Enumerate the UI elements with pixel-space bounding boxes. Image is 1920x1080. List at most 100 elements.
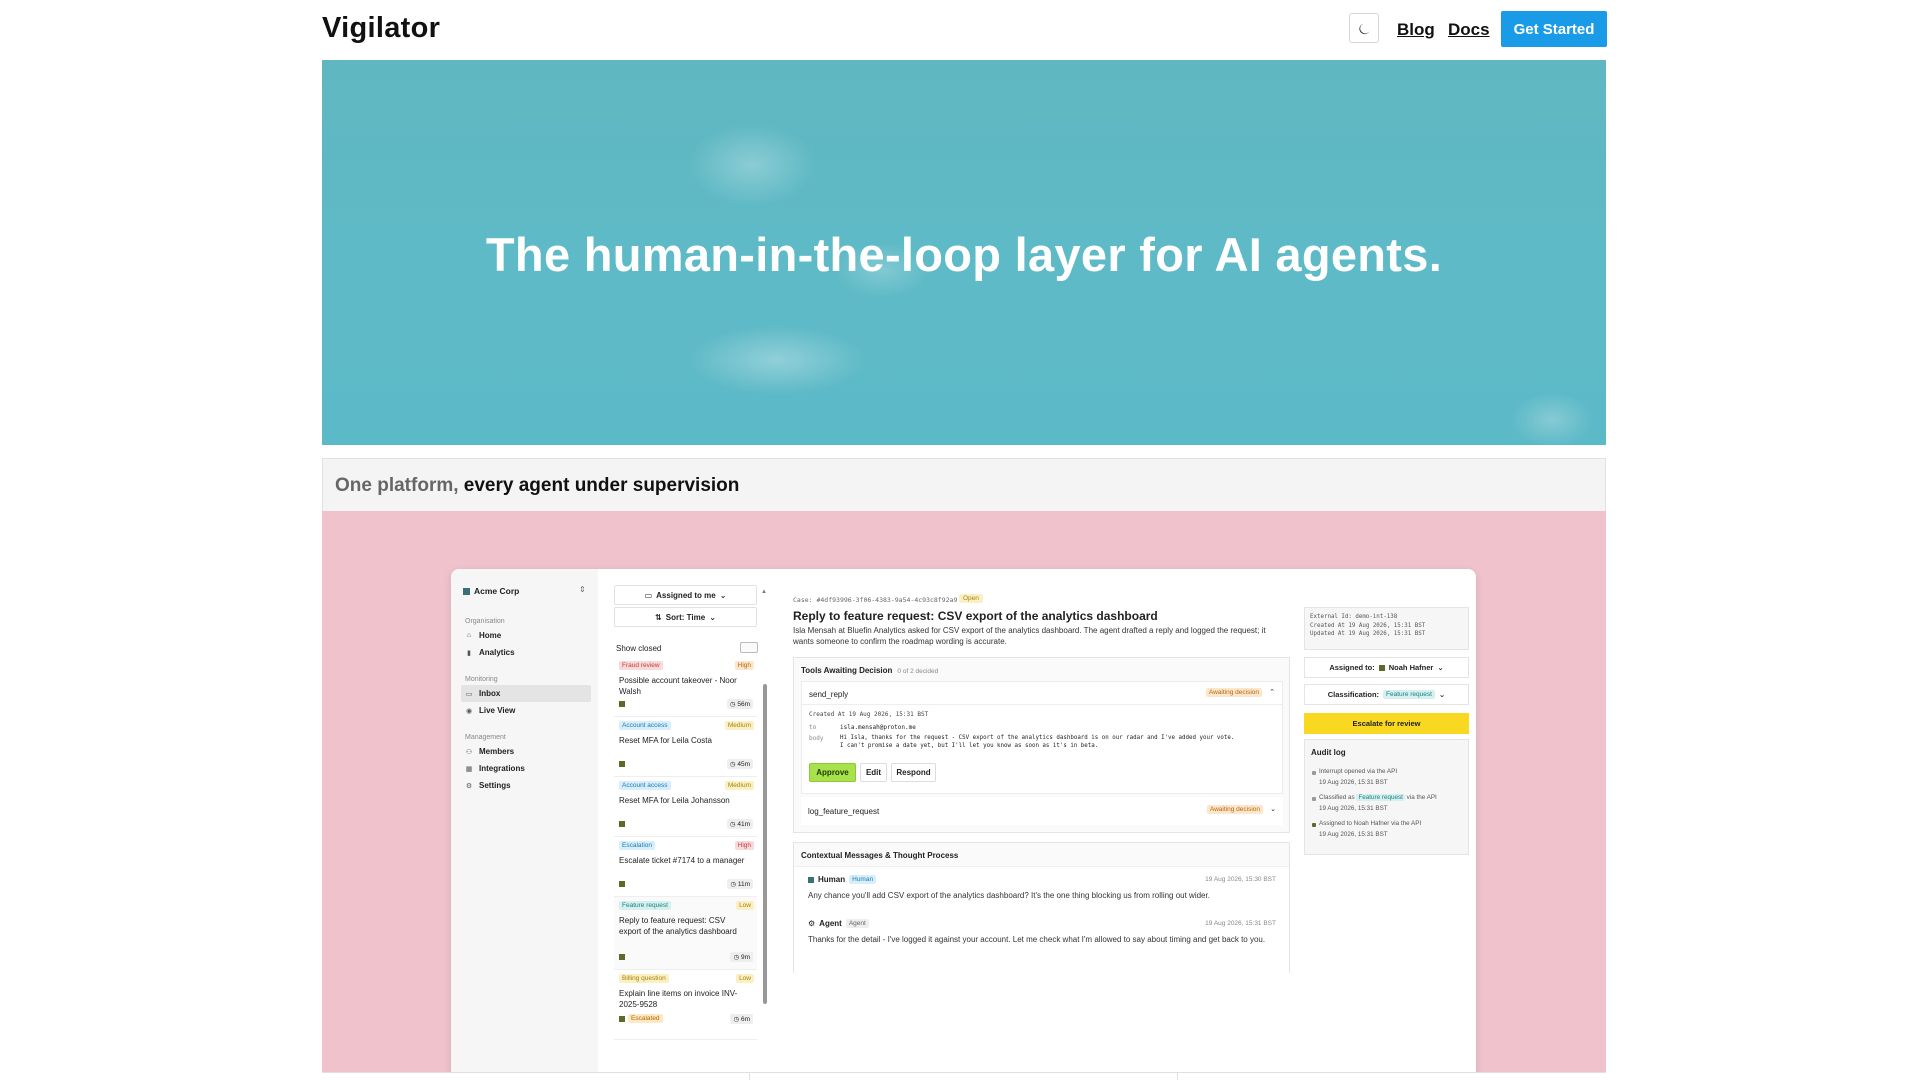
list-item[interactable]: Escalation High Escalate ticket #7174 to… (614, 837, 757, 897)
message-tag: Agent (845, 919, 869, 928)
sort-label: Sort: Time (665, 612, 706, 622)
assigned-filter-dropdown[interactable]: ▭ Assigned to me ⌄ (614, 585, 757, 605)
clock-icon: ◷ (730, 881, 737, 888)
audit-entry-text: Classified as (1319, 794, 1355, 801)
divider (749, 1073, 750, 1080)
age-badge: ◷ 6m (730, 1014, 753, 1024)
sidebar-item-live-view[interactable]: ◉ Live View (461, 702, 591, 719)
scroll-up-icon[interactable]: ▲ (761, 589, 767, 595)
assigned-filter-label: Assigned to me (656, 590, 716, 600)
user-icon (808, 876, 814, 883)
sidebar-group-organisation: Organisation (465, 618, 505, 625)
classification-badge: Feature request (1356, 794, 1405, 801)
age-value: 45m (737, 761, 750, 768)
status-badge: Open (959, 594, 983, 603)
age-value: 6m (740, 1016, 750, 1023)
audit-entry-line: Classified as Feature request via the AP… (1319, 792, 1467, 803)
audit-bullet-icon (1312, 797, 1316, 801)
chevron-down-icon[interactable]: ⌄ (1270, 805, 1276, 813)
list-scrollbar[interactable] (763, 684, 767, 1004)
age-badge: ◷ 9m (730, 952, 753, 962)
show-closed-toggle[interactable] (740, 642, 758, 653)
sidebar-group-management: Management (465, 734, 506, 741)
classification-dropdown[interactable]: Classification: Feature request ⌄ (1304, 684, 1469, 705)
get-started-button[interactable]: Get Started (1501, 11, 1607, 47)
audit-bullet-icon (1312, 771, 1316, 775)
tool-field-value: Hi Isla, thanks for the request - CSV ex… (840, 735, 1235, 741)
list-item-title: Reset MFA for Leila Johansson (619, 796, 730, 805)
audit-entry: Classified as Feature request via the AP… (1319, 792, 1467, 814)
org-switcher[interactable]: Acme Corp (463, 586, 519, 596)
list-item[interactable]: Account access Medium Reset MFA for Leil… (614, 717, 757, 777)
bar-chart-icon: ▮ (467, 649, 471, 657)
clock-icon: ◷ (733, 1016, 740, 1023)
tool-field-value: isla.mensah@proton.me (840, 724, 916, 731)
escalate-button[interactable]: Escalate for review (1304, 713, 1469, 734)
age-badge: ◷ 56m (726, 699, 753, 709)
message-tag: Human (849, 875, 877, 884)
assignee-dropdown[interactable]: Assigned to: Noah Hafner ⌄ (1304, 657, 1469, 678)
app-screenshot: Acme Corp ⇕ Organisation ⌂ Home ▮ Analytic… (451, 569, 1476, 1072)
theme-toggle-button[interactable] (1349, 13, 1379, 43)
sidebar-item-analytics[interactable]: ▮ Analytics (461, 644, 591, 661)
list-item-title: Reset MFA for Leila Costa (619, 736, 712, 745)
home-icon: ⌂ (466, 632, 472, 639)
age-value: 56m (737, 701, 750, 708)
plug-icon: ▦ (465, 765, 473, 773)
message-text: Any chance you'll add CSV export of the … (808, 891, 1210, 900)
chevron-updown-icon[interactable]: ⇕ (579, 585, 586, 594)
tools-count: 0 of 2 decided (897, 668, 939, 675)
respond-button[interactable]: Respond (891, 763, 936, 782)
hero-title: The human-in-the-loop layer for AI agent… (485, 228, 1443, 281)
message-time: 19 Aug 2026, 15:31 BST (1205, 920, 1276, 927)
category-badge: Account access (619, 781, 671, 790)
audit-entry-text: Interrupt opened via the API (1319, 768, 1398, 775)
case-sidebar: External Id: demo-int-138 Created At 19 … (1294, 569, 1476, 1072)
sidebar-item-label: Settings (479, 781, 511, 790)
divider (1177, 1073, 1178, 1080)
category-badge: Escalation (619, 841, 655, 850)
metadata-line: Updated At 19 Aug 2026, 15:31 BST (1310, 631, 1426, 637)
nav-link-blog[interactable]: Blog (1397, 20, 1435, 40)
sidebar-item-members[interactable]: ⚇ Members (461, 743, 591, 760)
tools-panel: Tools Awaiting Decision 0 of 2 decided se… (793, 657, 1290, 833)
list-item[interactable]: Feature request Low Reply to feature req… (614, 897, 757, 970)
moon-icon (1358, 23, 1369, 34)
tool-name: log_feature_request (808, 807, 880, 816)
tool-name: send_reply (809, 690, 849, 699)
nav-link-docs[interactable]: Docs (1448, 20, 1490, 40)
tool-card-send-reply: send_reply Awaiting decision ⌃ Created A… (801, 681, 1283, 794)
tool-status-badge: Awaiting decision (1206, 805, 1263, 814)
section-title: One platform, every agent under supervis… (335, 475, 739, 497)
tool-card-log-feature-request[interactable]: log_feature_request Awaiting decision ⌄ (801, 797, 1283, 825)
sidebar-item-home[interactable]: ⌂ Home (461, 627, 591, 644)
sidebar-item-integrations[interactable]: ▦ Integrations (461, 760, 591, 777)
edit-button[interactable]: Edit (860, 763, 887, 782)
tool-field-value: I can't promise a date yet, but I'll let… (840, 743, 1099, 749)
inbox-icon: ▭ (644, 590, 653, 600)
sort-icon: ⇅ (655, 612, 662, 622)
brand-logo[interactable]: Vigilator (322, 12, 440, 45)
list-item[interactable]: Billing question Low Explain line items … (614, 970, 757, 1040)
metadata-line: Created At 19 Aug 2026, 15:31 BST (1310, 622, 1426, 629)
org-name: Acme Corp (474, 586, 520, 596)
chevron-up-icon[interactable]: ⌃ (1269, 688, 1275, 696)
category-badge: Fraud review (619, 661, 663, 670)
case-description: Isla Mensah at Bluefin Analytics asked f… (793, 626, 1266, 646)
priority-badge: Medium (724, 721, 754, 730)
classification-label: Classification: (1327, 690, 1380, 699)
messages-panel: Contextual Messages & Thought Process Hu… (793, 842, 1290, 973)
approve-button[interactable]: Approve (809, 763, 856, 782)
metadata-line: External Id: demo-int-138 (1310, 614, 1398, 620)
sort-dropdown[interactable]: ⇅ Sort: Time ⌄ (614, 607, 757, 627)
case-title: Reply to feature request: CSV export of … (793, 609, 1158, 623)
tool-field-label: body (809, 735, 824, 742)
sidebar-item-settings[interactable]: ⚙ Settings (461, 777, 591, 794)
avatar (619, 701, 625, 707)
message-author: Human Human (808, 875, 877, 884)
list-item[interactable]: Fraud review High Possible account takeo… (614, 657, 757, 717)
audit-entry: Interrupt opened via the API 19 Aug 2026,… (1319, 766, 1467, 788)
chevron-down-icon: ⌄ (709, 612, 716, 622)
list-item[interactable]: Account access Medium Reset MFA for Leil… (614, 777, 757, 837)
sidebar-item-inbox[interactable]: ▭ Inbox (461, 685, 591, 702)
